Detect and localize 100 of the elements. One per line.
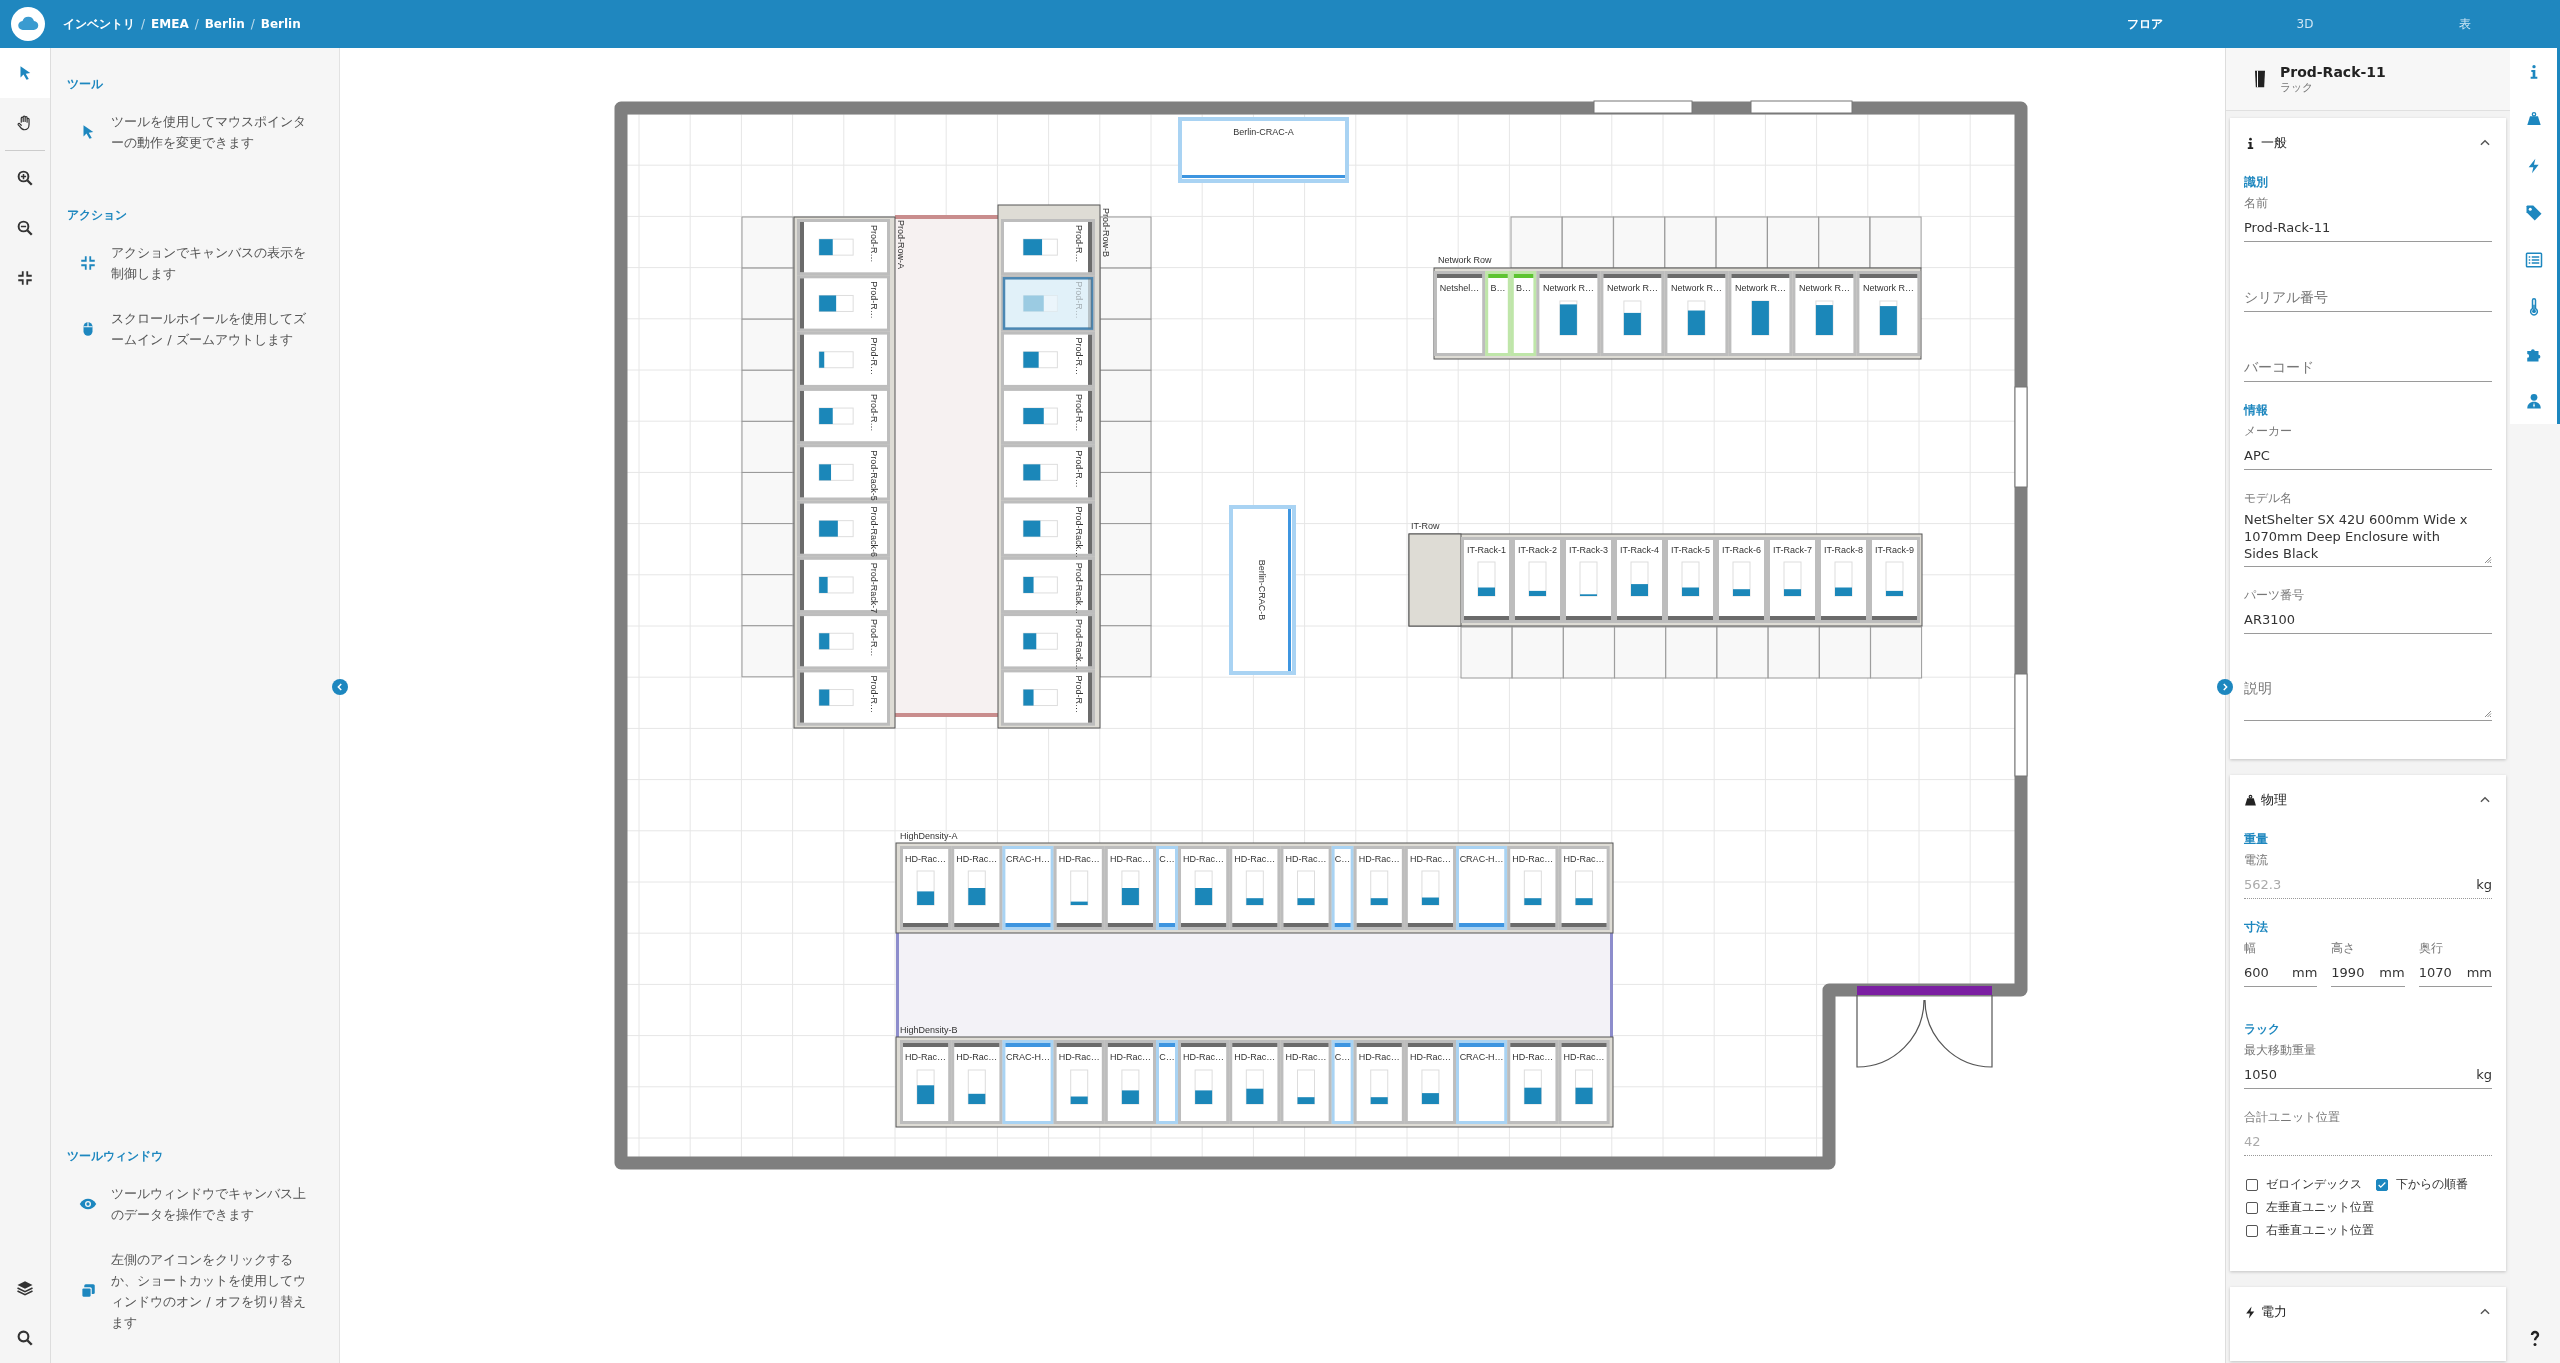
rack[interactable]: HD-Rac… <box>1229 846 1281 930</box>
cooling-unit[interactable]: C… <box>1156 1040 1178 1124</box>
rack[interactable]: Prod-R… <box>797 331 890 388</box>
logo-icon[interactable] <box>11 7 45 41</box>
rack[interactable]: HD-Rac… <box>1104 1040 1156 1124</box>
text-field[interactable]: シリアル番号 <box>2244 284 2492 311</box>
rack[interactable]: HD-Rac… <box>1404 1040 1457 1124</box>
checkbox[interactable] <box>2246 1224 2258 1237</box>
rack[interactable]: HD-Rac… <box>1507 1040 1559 1124</box>
rack[interactable]: HD-Rac… <box>1229 1040 1281 1124</box>
unit-label: mm <box>2292 965 2318 980</box>
rack[interactable]: Network R… <box>1600 271 1665 356</box>
rack-label: IT-Rack-4 <box>1620 545 1659 555</box>
text-field[interactable]: APC <box>2244 442 2492 469</box>
rack[interactable]: IT-Rack-4 <box>1614 537 1665 623</box>
text-field[interactable]: 1990 <box>2331 959 2376 986</box>
rack[interactable]: Prod-R… <box>1001 219 1095 276</box>
rack[interactable]: IT-Rack-8 <box>1818 537 1869 623</box>
rack[interactable]: Prod-Rack-7 <box>797 556 890 614</box>
blanking-panel[interactable]: B… <box>1510 271 1537 356</box>
rack[interactable]: IT-Rack-3 <box>1563 537 1614 623</box>
rack[interactable]: Network R… <box>1664 271 1729 356</box>
rack[interactable]: Prod-R… <box>1001 669 1095 726</box>
view-tab[interactable]: フロア <box>2065 9 2225 39</box>
rack[interactable]: HD-Rac… <box>1280 846 1332 930</box>
rack[interactable]: HD-Rac… <box>1104 846 1156 930</box>
rack[interactable]: Prod-Rack… <box>1001 613 1095 671</box>
rack[interactable]: HD-Rac… <box>1404 846 1457 930</box>
rack[interactable]: Prod-R… <box>1001 444 1095 501</box>
cooling-unit[interactable]: CRAC-H… <box>1002 1040 1054 1124</box>
rack-label: IT-Rack-9 <box>1875 545 1914 555</box>
rack[interactable]: HD-Rac… <box>1053 846 1105 930</box>
rack[interactable]: Prod-R… <box>1001 387 1095 445</box>
rack[interactable]: IT-Rack-7 <box>1767 537 1818 623</box>
breadcrumb-link[interactable]: Berlin <box>260 17 301 31</box>
text-field[interactable]: バーコード <box>2244 354 2492 381</box>
rack[interactable]: HD-Rac… <box>900 846 952 930</box>
usage-meter <box>1879 300 1898 336</box>
text-field[interactable]: Prod-Rack-11 <box>2244 214 2492 241</box>
cooling-unit[interactable]: C… <box>1156 846 1178 930</box>
rack[interactable]: HD-Rac… <box>1353 1040 1405 1124</box>
rack[interactable]: Prod-R… <box>797 219 890 276</box>
text-field[interactable]: 1050 <box>2244 1061 2473 1088</box>
text-field[interactable]: 600 <box>2244 959 2288 986</box>
cooling-unit[interactable]: C… <box>1331 1040 1354 1124</box>
checkbox[interactable] <box>2376 1178 2388 1191</box>
cooling-unit[interactable]: Berlin-CRAC-A <box>1178 117 1349 183</box>
rack[interactable]: Prod-R… <box>797 669 890 726</box>
cooling-unit[interactable]: C… <box>1331 846 1354 930</box>
rack[interactable]: HD-Rac… <box>1558 846 1610 930</box>
rack[interactable]: HD-Rac… <box>1558 1040 1610 1124</box>
text-field[interactable]: 1070 <box>2418 959 2463 986</box>
rack[interactable]: IT-Rack-9 <box>1869 537 1920 623</box>
text-area[interactable]: 説明 <box>2244 676 2492 721</box>
rack[interactable]: Prod-R… <box>797 275 890 332</box>
rack[interactable]: Prod-Rack… <box>1001 500 1095 558</box>
rack[interactable]: HD-Rac… <box>900 1040 952 1124</box>
checkbox[interactable] <box>2246 1201 2258 1214</box>
rack[interactable]: HD-Rac… <box>951 846 1003 930</box>
rack[interactable]: Network R… <box>1856 271 1921 356</box>
breadcrumb-link[interactable]: EMEA <box>151 17 189 31</box>
rack-label: Prod-R… <box>869 619 879 657</box>
cooling-unit[interactable]: Berlin-CRAC-B <box>1229 505 1296 675</box>
rack[interactable]: HD-Rac… <box>1178 1040 1230 1124</box>
enclosure[interactable]: Netshel… <box>1434 271 1486 356</box>
rack[interactable]: Prod-R… <box>797 613 890 670</box>
rack-label: C… <box>1159 854 1175 864</box>
checkbox[interactable] <box>2246 1178 2258 1191</box>
cooling-unit[interactable]: CRAC-H… <box>1456 846 1508 930</box>
rack[interactable]: Network R… <box>1536 271 1601 356</box>
rack[interactable]: HD-Rac… <box>1353 846 1405 930</box>
collapse-panel-button[interactable] <box>2217 679 2233 695</box>
text-area[interactable]: NetShelter SX 42U 600mm Wide x 1070mm Deep Enclosure with Sides Black <box>2244 509 2492 567</box>
usage-meter <box>818 632 854 650</box>
rack[interactable]: IT-Rack-1 <box>1461 537 1512 623</box>
rack[interactable]: Network R… <box>1728 271 1793 356</box>
rack[interactable]: HD-Rac… <box>1178 846 1230 930</box>
breadcrumb-link[interactable]: インベントリ <box>63 15 135 33</box>
rack[interactable]: Network R… <box>1792 271 1857 356</box>
rack[interactable]: IT-Rack-6 <box>1716 537 1767 623</box>
rack[interactable]: HD-Rac… <box>1507 846 1559 930</box>
rack[interactable]: Prod-R… <box>1001 331 1095 388</box>
rack[interactable]: IT-Rack-2 <box>1512 537 1563 623</box>
breadcrumb-link[interactable]: Berlin <box>204 17 245 31</box>
collapse-panel-button[interactable] <box>332 679 348 695</box>
floor-tile <box>741 574 794 627</box>
rack[interactable]: Prod-Rack-5 <box>797 444 890 501</box>
cooling-unit[interactable]: CRAC-H… <box>1456 1040 1508 1124</box>
cooling-unit[interactable]: CRAC-H… <box>1002 846 1054 930</box>
rack-label: HD-Rac… <box>1563 854 1605 864</box>
rack[interactable]: Prod-Rack-6 <box>797 500 890 557</box>
rack[interactable]: Prod-Rack… <box>1001 556 1095 615</box>
rack[interactable]: Prod-R… <box>797 387 890 445</box>
tool-button[interactable] <box>0 48 50 98</box>
rack[interactable]: HD-Rac… <box>951 1040 1003 1124</box>
rack[interactable]: HD-Rac… <box>1280 1040 1332 1124</box>
rack[interactable]: HD-Rac… <box>1053 1040 1105 1124</box>
blanking-panel[interactable]: B… <box>1485 271 1511 356</box>
rack[interactable]: IT-Rack-5 <box>1665 537 1716 623</box>
text-field[interactable]: AR3100 <box>2244 606 2492 633</box>
